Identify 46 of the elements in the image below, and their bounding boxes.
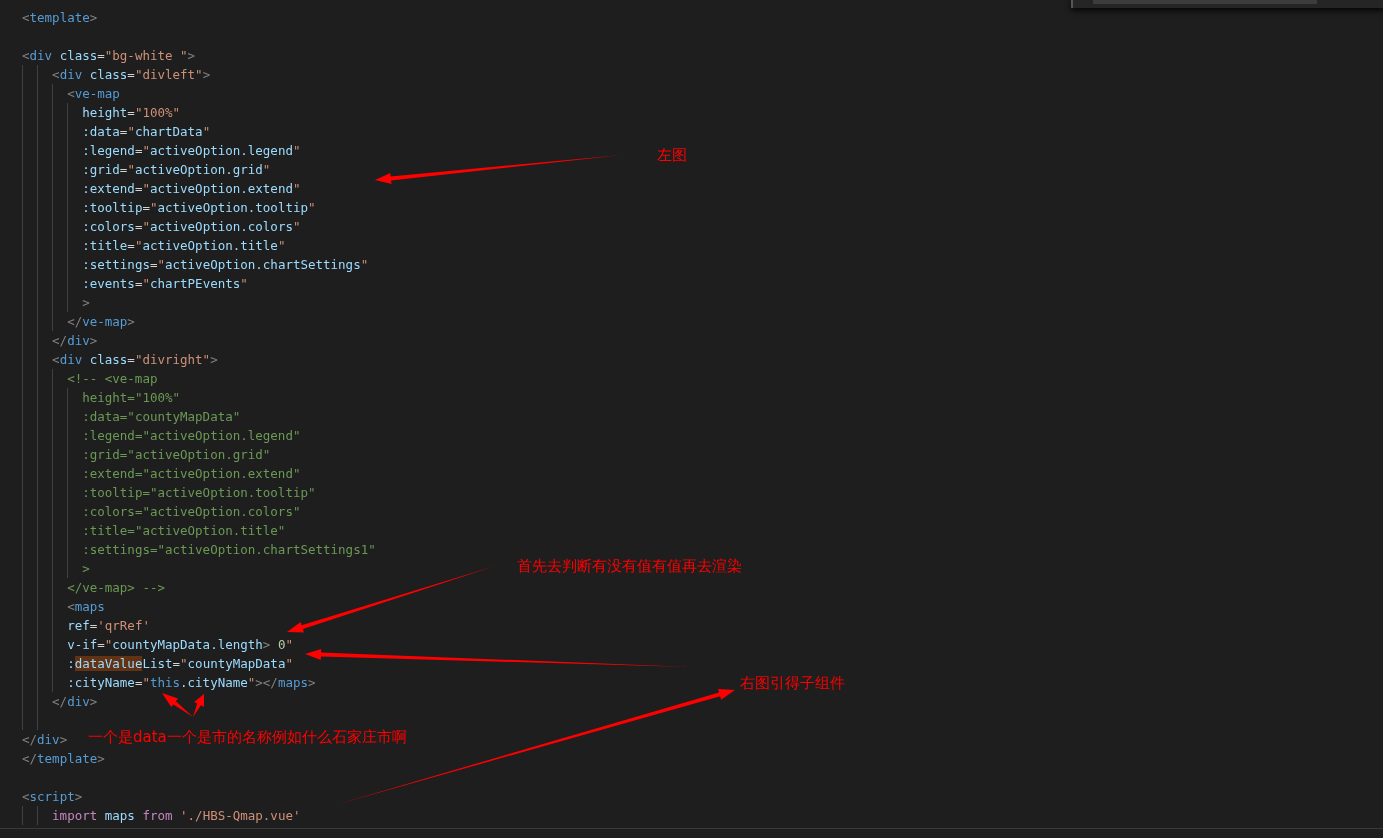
code-line: :grid="activeOption.grid" <box>82 161 271 179</box>
code-line: </ve-map> <box>67 313 135 331</box>
code-line: :extend="activeOption.extend" <box>82 180 301 198</box>
code-line: </div> <box>52 693 98 711</box>
code-line: v-if="countyMapData.length> 0" <box>67 636 293 654</box>
annotation-note: 右图引得子组件 <box>740 673 845 693</box>
code-line: :tooltip="activeOption.tooltip" <box>82 199 316 217</box>
code-line: </div> <box>52 332 98 350</box>
code-line: :colors="activeOption.colors" <box>82 218 301 236</box>
code-line: :colors="activeOption.colors" <box>82 503 301 521</box>
code-line: </template> <box>22 750 105 768</box>
code-line: :extend="activeOption.extend" <box>82 465 301 483</box>
code-line: height="100%" <box>82 389 181 407</box>
indent-guide <box>22 806 23 825</box>
code-line: :settings="activeOption.chartSettings" <box>82 256 369 274</box>
code-line: :legend="activeOption.legend" <box>82 142 301 160</box>
code-line: <div class="bg-white "> <box>22 47 196 65</box>
code-line: <template> <box>22 9 98 27</box>
code-line: </div> <box>22 731 68 749</box>
code-line: :data="chartData" <box>82 123 211 141</box>
code-line: <!-- <ve-map <box>67 370 158 388</box>
code-line: <div class="divright"> <box>52 351 218 369</box>
code-line: ref='qrRef' <box>67 617 150 635</box>
indent-guide <box>37 806 39 825</box>
code-line: > <box>82 560 90 578</box>
code-line: </ve-map> --> <box>67 579 165 597</box>
code-line: :data="countyMapData" <box>82 408 241 426</box>
code-line: :title="activeOption.title" <box>82 522 286 540</box>
annotation-note: 左图 <box>657 145 687 165</box>
code-line: <div class="divleft"> <box>52 66 211 84</box>
code-line: <maps <box>67 598 105 616</box>
code-line: > <box>82 294 90 312</box>
code-line: <ve-map <box>67 85 120 103</box>
code-line: <script> <box>22 788 83 806</box>
code-line: height="100%" <box>82 104 181 122</box>
code-line: :events="chartPEvents" <box>82 275 248 293</box>
code-line: :dataValueList="countyMapData" <box>67 655 293 673</box>
code-line: :legend="activeOption.legend" <box>82 427 301 445</box>
code-line: :tooltip="activeOption.tooltip" <box>82 484 316 502</box>
annotation-note: 首先去判断有没有值有值再去渲染 <box>517 556 742 576</box>
code-line: import maps from './HBS-Qmap.vue' <box>52 807 301 825</box>
annotation-note: 一个是data一个是市的名称例如什么石家庄市啊 <box>88 727 407 747</box>
code-line: :cityName="this.cityName"></maps> <box>67 674 316 692</box>
code-line: :settings="activeOption.chartSettings1" <box>82 541 376 559</box>
code-line: :title="activeOption.title" <box>82 237 286 255</box>
code-line: :grid="activeOption.grid" <box>82 446 271 464</box>
